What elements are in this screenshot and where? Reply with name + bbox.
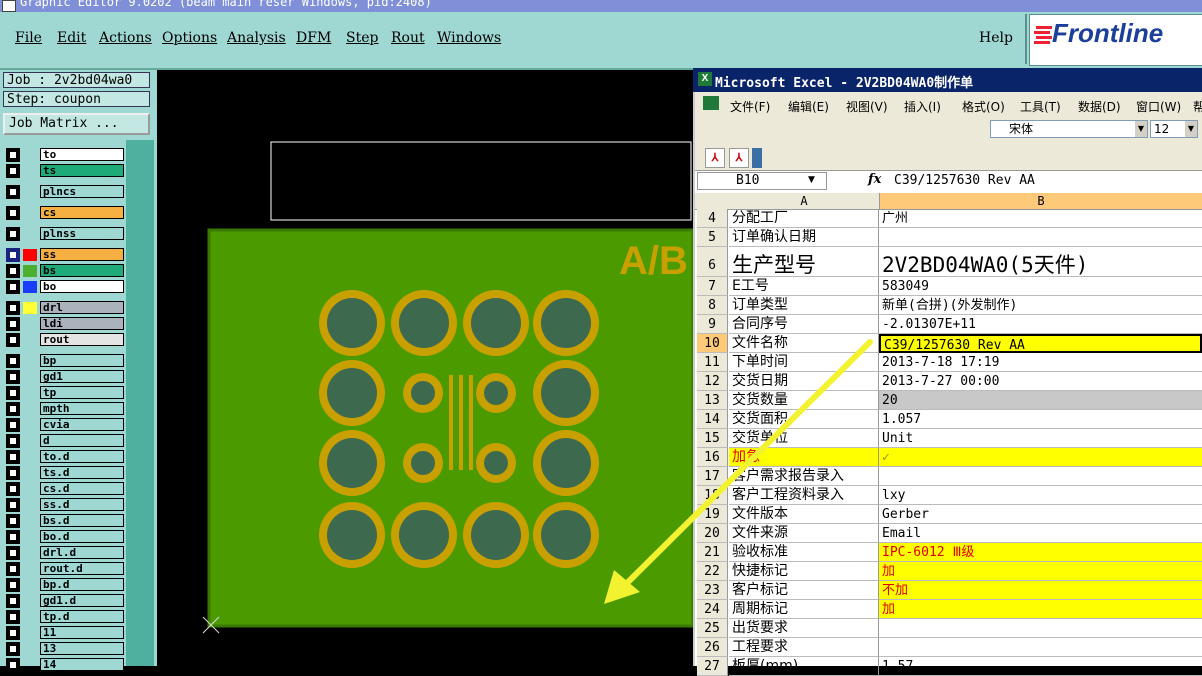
arrow-shaft bbox=[615, 339, 873, 595]
annotation-arrow bbox=[604, 339, 873, 604]
